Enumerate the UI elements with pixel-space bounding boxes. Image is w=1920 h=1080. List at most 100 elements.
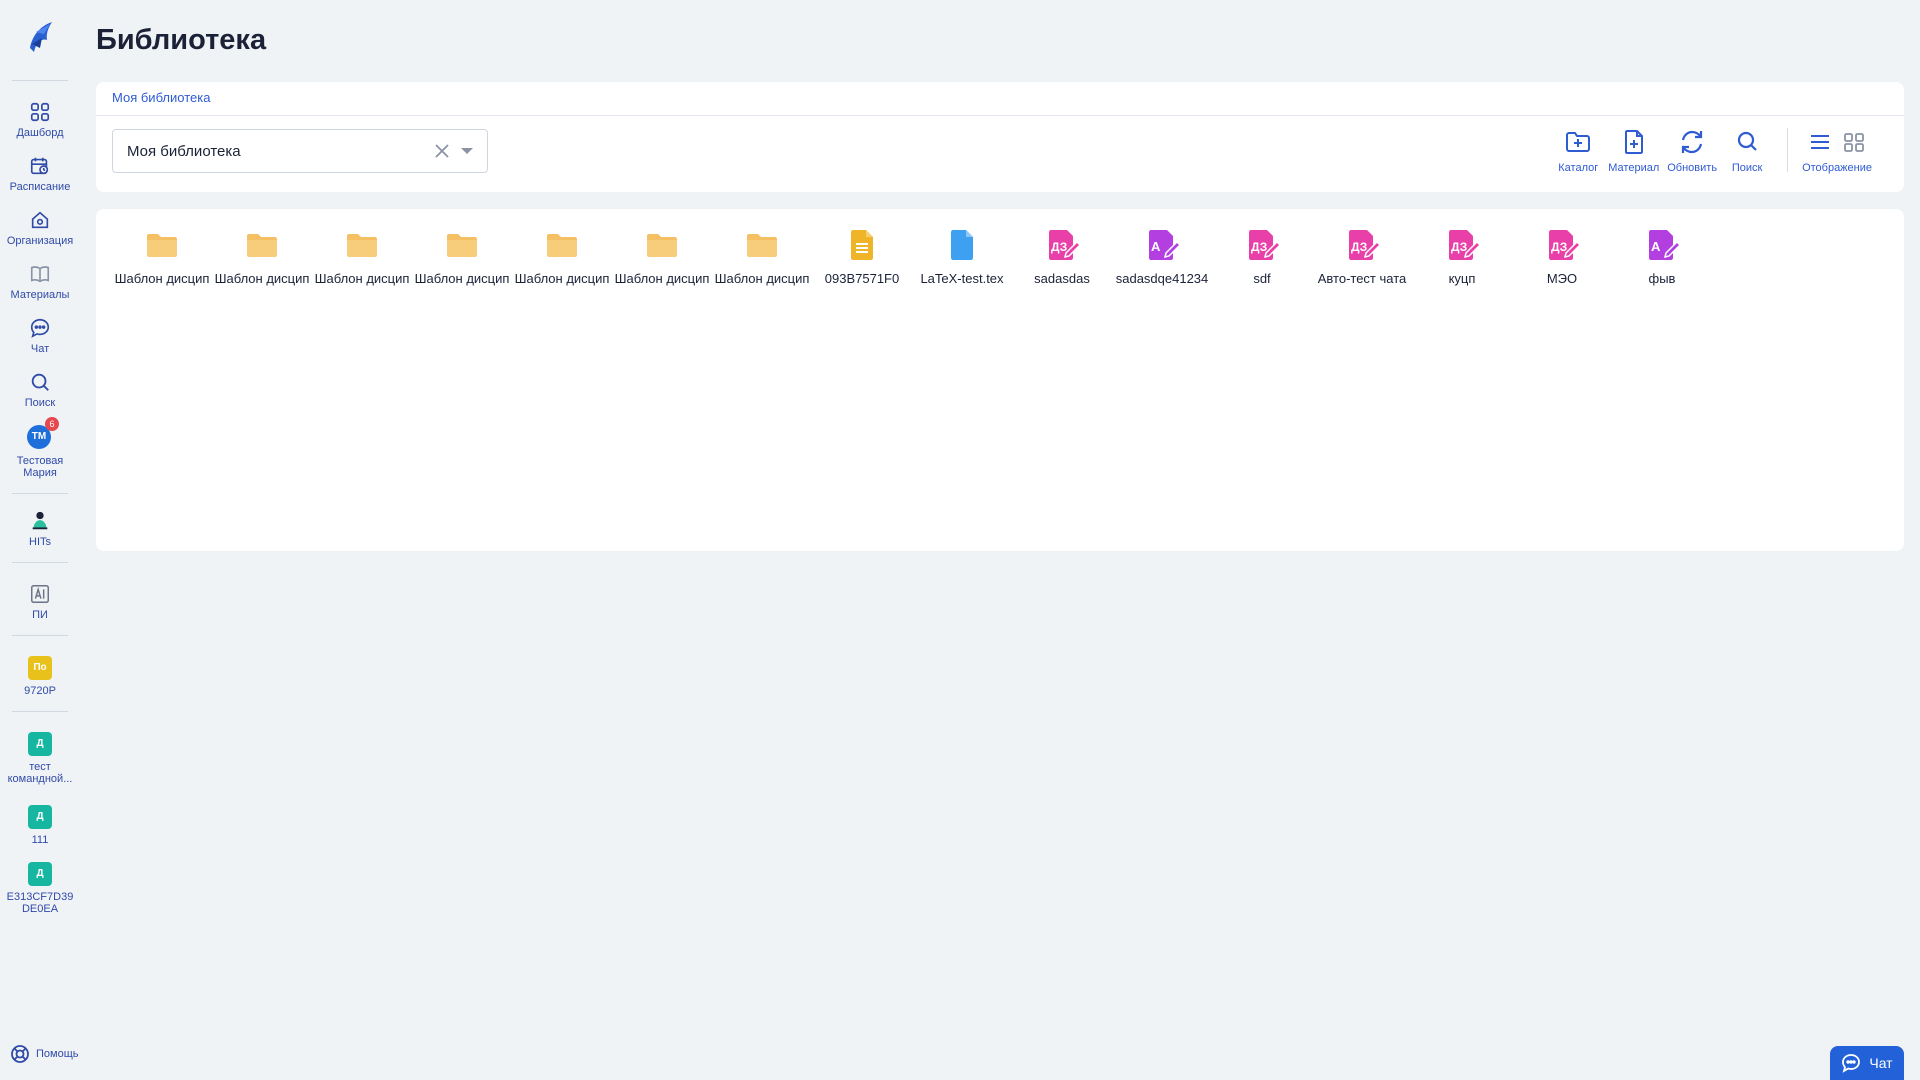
sidebar-item-group[interactable]: Д 111 bbox=[0, 805, 80, 846]
library-select-value: Моя библиотека bbox=[127, 142, 241, 160]
help-icon bbox=[11, 1045, 29, 1063]
breadcrumb-item[interactable]: Моя библиотека bbox=[112, 90, 210, 105]
chat-icon bbox=[30, 318, 50, 338]
file-tile[interactable]: ДЗ Авто-тест чата bbox=[1312, 227, 1412, 286]
search-button[interactable]: Поиск bbox=[1725, 128, 1769, 174]
sidebar-item-label: Чат bbox=[30, 343, 50, 355]
file-tile[interactable]: Шаблон дисцип bbox=[412, 227, 512, 286]
file-grid: Шаблон дисцип Шаблон дисцип Шаблон дисцип Ш… bbox=[112, 227, 1712, 286]
folder-icon bbox=[547, 234, 577, 257]
sidebar-item-group[interactable]: Д тест командной... bbox=[0, 732, 80, 785]
svg-text:ДЗ: ДЗ bbox=[1451, 240, 1467, 254]
tool-label: Каталог bbox=[1558, 162, 1599, 174]
refresh-button[interactable]: Обновить bbox=[1667, 128, 1717, 174]
file-tile[interactable]: Шаблон дисцип bbox=[312, 227, 412, 286]
file-name: Авто-тест чата bbox=[1317, 271, 1407, 286]
folder-plus-icon bbox=[1566, 132, 1591, 152]
homework-task-icon: ДЗ bbox=[1449, 230, 1480, 260]
sidebar-item-organization[interactable]: Организация bbox=[0, 209, 80, 247]
file-name: куцп bbox=[1448, 271, 1476, 286]
divider bbox=[12, 562, 68, 563]
tool-label: Отображение bbox=[1802, 162, 1872, 174]
file-icon bbox=[951, 230, 973, 260]
sidebar-item-label: Расписание bbox=[9, 181, 71, 193]
file-name: sadasdqe41234 bbox=[1115, 271, 1209, 286]
group-avatar: По bbox=[28, 656, 52, 680]
folder-icon bbox=[247, 234, 277, 257]
divider bbox=[12, 635, 68, 636]
file-tile[interactable]: Шаблон дисцип bbox=[512, 227, 612, 286]
chat-button-label: Чат bbox=[1869, 1055, 1893, 1071]
sidebar-item-profile[interactable]: ТМ 6 Тестовая Мария bbox=[0, 417, 80, 479]
sidebar: Дашборд Расписание Организация Материалы… bbox=[0, 0, 80, 1080]
file-name: Шаблон дисцип bbox=[614, 271, 710, 286]
file-tile[interactable]: Шаблон дисцип bbox=[612, 227, 712, 286]
svg-text:A: A bbox=[1151, 239, 1161, 254]
file-tile[interactable]: 093B7571F0 bbox=[812, 227, 912, 286]
homework-task-icon: ДЗ bbox=[1349, 230, 1380, 260]
view-toggle: Отображение bbox=[1802, 128, 1872, 174]
file-tile[interactable]: ДЗ sdf bbox=[1212, 227, 1312, 286]
app-logo-icon[interactable] bbox=[22, 18, 58, 56]
sidebar-item-label: E313CF7D39DE0EA bbox=[6, 891, 74, 915]
toolbar: Каталог Материал Обновить Поиск Отображе… bbox=[1548, 128, 1872, 174]
schedule-icon bbox=[30, 157, 49, 175]
tool-label: Материал bbox=[1608, 162, 1660, 174]
sidebar-item-schedule[interactable]: Расписание bbox=[0, 155, 80, 193]
sidebar-item-group[interactable]: По 9720Р bbox=[0, 656, 80, 697]
file-name: Шаблон дисцип bbox=[114, 271, 210, 286]
file-tile[interactable]: Aфыв bbox=[1612, 227, 1712, 286]
sidebar-item-chat[interactable]: Чат bbox=[0, 317, 80, 355]
chevron-down-icon[interactable] bbox=[461, 148, 473, 154]
folder-icon bbox=[747, 234, 777, 257]
file-name: sadasdas bbox=[1034, 271, 1090, 286]
breadcrumb: Моя библиотека bbox=[96, 82, 1904, 116]
sidebar-item-label: тест командной... bbox=[7, 761, 73, 785]
file-tile[interactable]: ДЗ куцп bbox=[1412, 227, 1512, 286]
library-select[interactable]: Моя библиотека bbox=[112, 129, 488, 173]
view-icons bbox=[1808, 128, 1866, 156]
svg-text:ДЗ: ДЗ bbox=[1351, 240, 1367, 254]
sidebar-item-hits[interactable]: HITs bbox=[0, 510, 80, 548]
file-tile[interactable]: LaTeX-test.tex bbox=[912, 227, 1012, 286]
file-name: Шаблон дисцип bbox=[314, 271, 410, 286]
sidebar-item-pi[interactable]: ПИ bbox=[0, 583, 80, 621]
add-catalog-button[interactable]: Каталог bbox=[1556, 128, 1600, 174]
divider bbox=[12, 493, 68, 494]
grid-view-icon[interactable] bbox=[1842, 128, 1866, 156]
sidebar-item-materials[interactable]: Материалы bbox=[0, 263, 80, 301]
folder-icon bbox=[447, 234, 477, 257]
file-tile[interactable]: ДЗ sadasdas bbox=[1012, 227, 1112, 286]
add-material-button[interactable]: Материал bbox=[1608, 128, 1659, 174]
file-tile[interactable]: Шаблон дисцип bbox=[212, 227, 312, 286]
svg-text:A: A bbox=[1651, 239, 1661, 254]
sidebar-item-dashboard[interactable]: Дашборд bbox=[0, 101, 80, 139]
file-tile[interactable]: Asadasdqe41234 bbox=[1112, 227, 1212, 286]
folder-icon bbox=[347, 234, 377, 257]
file-name: МЭО bbox=[1546, 271, 1578, 286]
sidebar-item-label: Поиск bbox=[24, 397, 56, 409]
assessment-task-icon: A bbox=[1149, 230, 1180, 260]
organization-icon bbox=[31, 211, 49, 229]
file-name: Шаблон дисцип bbox=[514, 271, 610, 286]
avatar-wrap: ТМ 6 bbox=[27, 417, 59, 451]
sidebar-item-search[interactable]: Поиск bbox=[0, 371, 80, 409]
document-icon bbox=[851, 230, 873, 260]
file-name: фыв bbox=[1648, 271, 1676, 286]
search-icon bbox=[1737, 131, 1757, 151]
file-tile[interactable]: Шаблон дисцип bbox=[712, 227, 812, 286]
sidebar-item-label: 9720Р bbox=[24, 685, 56, 697]
sidebar-item-group[interactable]: Д E313CF7D39DE0EA bbox=[0, 862, 80, 915]
group-avatar: Д bbox=[28, 805, 52, 829]
chat-button[interactable]: Чат bbox=[1830, 1046, 1904, 1080]
search-icon bbox=[31, 373, 49, 391]
refresh-icon bbox=[1682, 130, 1703, 154]
file-tile[interactable]: ДЗ МЭО bbox=[1512, 227, 1612, 286]
clear-icon[interactable] bbox=[433, 142, 451, 160]
help-link[interactable]: Помощь bbox=[10, 1044, 79, 1064]
file-tile[interactable]: Шаблон дисцип bbox=[112, 227, 212, 286]
folder-icon bbox=[647, 234, 677, 257]
list-view-icon[interactable] bbox=[1808, 128, 1832, 156]
file-name: sdf bbox=[1253, 271, 1271, 286]
files-panel: Шаблон дисцип Шаблон дисцип Шаблон дисцип Ш… bbox=[96, 209, 1904, 551]
